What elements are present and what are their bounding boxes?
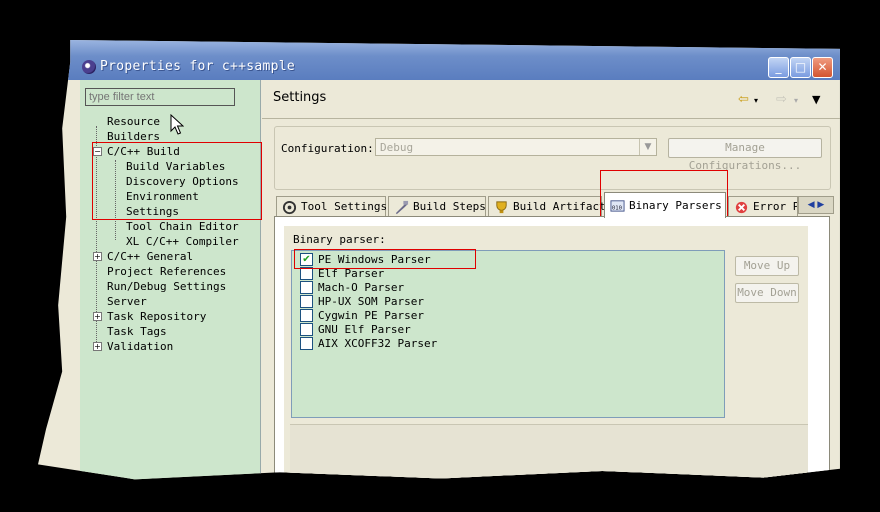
back-menu-chevron-icon[interactable]: ▾ <box>754 96 758 105</box>
list-item[interactable]: Cygwin PE Parser <box>300 309 424 322</box>
svg-text:010: 010 <box>612 205 623 211</box>
expand-icon[interactable]: + <box>93 342 102 351</box>
forward-arrow-icon[interactable]: ⇨ <box>776 92 787 107</box>
minimize-button[interactable]: _ <box>768 57 789 78</box>
tab-error-parsers[interactable]: Error Pa <box>728 196 798 216</box>
mouse-cursor-icon <box>170 114 184 135</box>
configuration-label: Configuration: <box>281 142 374 155</box>
expand-icon[interactable]: + <box>93 312 102 321</box>
move-down-button[interactable]: Move Down <box>735 283 799 303</box>
forward-menu-chevron-icon[interactable]: ▾ <box>794 96 798 105</box>
title-bar[interactable]: Properties for c++sample _ □ ✕ <box>38 40 840 80</box>
tree-item-task-repository[interactable]: Task Repository <box>107 310 206 323</box>
tree-item-validation[interactable]: Validation <box>107 340 173 353</box>
expand-icon[interactable]: + <box>93 252 102 261</box>
tab-label: Error Pa <box>753 200 797 213</box>
list-item[interactable]: HP-UX SOM Parser <box>300 295 424 308</box>
parser-label: Cygwin PE Parser <box>318 309 424 322</box>
build-steps-icon <box>395 200 409 215</box>
parser-label: AIX XCOFF32 Parser <box>318 337 438 350</box>
binary-parser-label: Binary parser: <box>293 233 386 246</box>
checkbox[interactable] <box>300 295 313 308</box>
checkbox[interactable] <box>300 337 313 350</box>
eclipse-icon <box>82 60 96 74</box>
tree-item-cpp-general[interactable]: C/C++ General <box>107 250 193 263</box>
tab-build-steps[interactable]: Build Steps <box>388 196 486 216</box>
manage-configurations-button[interactable]: Manage Configurations... <box>668 138 822 172</box>
filter-input[interactable] <box>85 88 235 106</box>
tab-label: Binary Parsers <box>629 199 722 212</box>
error-icon <box>735 201 748 214</box>
move-up-button[interactable]: Move Up <box>735 256 799 276</box>
tab-build-artifact[interactable]: Build Artifact <box>488 196 606 216</box>
tab-scroll-arrows[interactable]: ◀ ▶ <box>798 196 834 214</box>
list-item[interactable]: GNU Elf Parser <box>300 323 411 336</box>
window-title: Properties for c++sample <box>100 59 296 74</box>
header-separator <box>262 118 840 119</box>
configuration-select[interactable]: Debug ▼ <box>375 138 657 156</box>
parser-label: HP-UX SOM Parser <box>318 295 424 308</box>
highlight-box-cpp-build <box>92 142 262 220</box>
tool-settings-icon <box>282 200 297 215</box>
page-title: Settings <box>273 90 327 105</box>
tree-item-tool-chain-editor[interactable]: Tool Chain Editor <box>126 220 239 233</box>
highlight-box-pe-parser <box>294 249 476 269</box>
properties-dialog: Properties for c++sample _ □ ✕ Resource … <box>38 40 840 480</box>
maximize-button[interactable]: □ <box>790 57 811 78</box>
close-button[interactable]: ✕ <box>812 57 833 78</box>
configuration-value: Debug <box>380 141 414 154</box>
tree-item-project-references[interactable]: Project References <box>107 265 226 278</box>
checkbox[interactable] <box>300 281 313 294</box>
chevron-down-icon: ▼ <box>639 139 656 155</box>
list-item[interactable]: Mach-O Parser <box>300 281 404 294</box>
view-menu-icon[interactable]: ▼ <box>812 93 820 106</box>
parser-options-panel <box>290 424 808 480</box>
binary-parsers-icon: 010 <box>610 200 625 212</box>
tab-binary-parsers[interactable]: 010 Binary Parsers <box>604 192 726 218</box>
checkbox[interactable] <box>300 309 313 322</box>
back-arrow-icon[interactable]: ⇦ <box>738 92 749 107</box>
tree-item-resource[interactable]: Resource <box>107 115 160 128</box>
tab-label: Tool Settings <box>301 200 388 213</box>
list-item[interactable]: AIX XCOFF32 Parser <box>300 337 437 350</box>
tab-tool-settings[interactable]: Tool Settings <box>276 196 388 216</box>
tab-label: Build Steps <box>413 200 486 213</box>
tab-label: Build Artifact <box>513 200 606 213</box>
parser-label: Mach-O Parser <box>318 281 405 294</box>
checkbox[interactable] <box>300 323 313 336</box>
tree-item-run-debug-settings[interactable]: Run/Debug Settings <box>107 280 226 293</box>
build-artifact-icon <box>496 201 507 214</box>
tree-item-task-tags[interactable]: Task Tags <box>107 325 167 338</box>
parser-label: GNU Elf Parser <box>318 323 411 336</box>
tree-item-server[interactable]: Server <box>107 295 147 308</box>
tree-item-xl-compiler[interactable]: XL C/C++ Compiler <box>126 235 239 248</box>
binary-parser-list[interactable]: ✔ PE Windows Parser Elf Parser Mach-O Par… <box>291 250 725 418</box>
